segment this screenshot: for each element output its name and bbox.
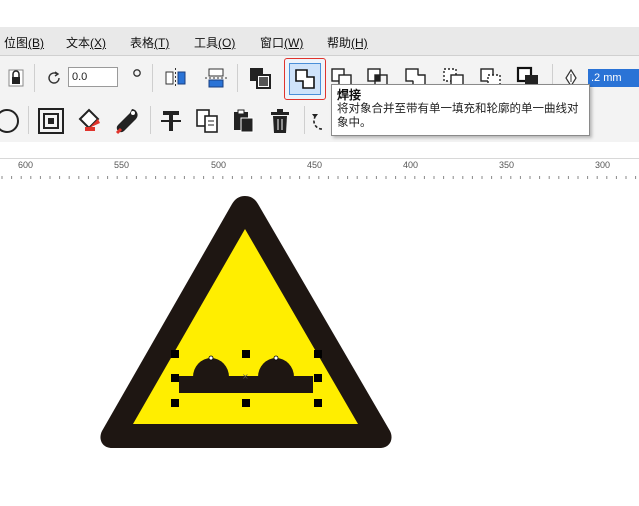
rotate-icon <box>44 68 64 88</box>
tooltip-description: 将对象合并至带有单一填充和轮廓的单一曲线对象中。 <box>337 103 579 129</box>
undo-icon[interactable] <box>311 108 333 132</box>
ruler-label: 350 <box>499 160 515 170</box>
selection-handle-bottom-right[interactable] <box>314 399 322 407</box>
menu-tools[interactable]: 工具(O) <box>194 34 235 51</box>
menu-window-key: (W) <box>284 36 304 50</box>
selection-handle-top-left[interactable] <box>171 350 179 358</box>
selection-handle-top-center[interactable] <box>242 350 250 358</box>
group-objects-icon[interactable] <box>246 65 274 91</box>
ruler-label: 450 <box>307 160 323 170</box>
copy-properties-icon[interactable] <box>193 107 221 135</box>
menu-table-label: 表格 <box>130 36 155 50</box>
drawing-canvas[interactable]: × <box>0 179 639 506</box>
separator <box>34 64 35 92</box>
menu-help-label: 帮助 <box>327 36 352 50</box>
paste-icon[interactable] <box>229 107 257 135</box>
separator <box>237 64 238 92</box>
weld-tooltip: 焊接 将对象合并至带有单一填充和轮廓的单一曲线对象中。 <box>331 84 590 136</box>
title-area <box>0 0 639 27</box>
menu-bitmap[interactable]: 位图(B) <box>4 34 44 51</box>
tooltip-title: 焊接 <box>337 88 362 102</box>
ruler-label: 600 <box>18 160 34 170</box>
menu-tools-label: 工具 <box>194 36 219 50</box>
weld-button[interactable] <box>284 58 326 100</box>
lock-icon[interactable] <box>6 68 26 88</box>
ruler-label: 300 <box>595 160 611 170</box>
selection-handle-middle-left[interactable] <box>171 374 179 382</box>
mirror-horizontal-icon[interactable] <box>163 66 189 90</box>
menu-text[interactable]: 文本(X) <box>66 34 106 51</box>
menu-bitmap-label: 位图 <box>4 36 29 50</box>
warning-sign[interactable]: × <box>0 179 639 506</box>
contour-icon[interactable] <box>37 107 65 135</box>
ruler-label: 500 <box>211 160 227 170</box>
menu-table-key: (T) <box>154 36 170 50</box>
selection-handle-top-right[interactable] <box>314 350 322 358</box>
color-eyedropper-icon[interactable] <box>113 106 141 136</box>
menu-help[interactable]: 帮助(H) <box>327 34 368 51</box>
rotation-input[interactable]: 0.0 <box>68 67 118 87</box>
selection-handle-bottom-left[interactable] <box>171 399 179 407</box>
menu-bar: 位图(B) 文本(X) 表格(T) 工具(O) 窗口(W) 帮助(H) <box>0 27 639 56</box>
delete-icon[interactable] <box>266 107 294 135</box>
menu-text-key: (X) <box>90 36 107 50</box>
menu-window[interactable]: 窗口(W) <box>260 34 303 51</box>
separator <box>304 106 305 134</box>
selection-handle-middle-right[interactable] <box>314 374 322 382</box>
outline-width-input[interactable]: .2 mm <box>588 69 639 87</box>
menu-tools-key: (O) <box>218 36 236 50</box>
separator <box>152 64 153 92</box>
menu-window-label: 窗口 <box>260 36 285 50</box>
menu-help-key: (H) <box>351 36 368 50</box>
horizontal-ruler[interactable]: 600 550 500 450 400 350 300 <box>0 158 639 180</box>
text-tool-icon[interactable] <box>157 107 185 135</box>
selection-handle-bottom-center[interactable] <box>242 399 250 407</box>
menu-bitmap-key: (B) <box>28 36 45 50</box>
degree-icon <box>130 66 144 80</box>
ruler-label: 550 <box>114 160 130 170</box>
fill-icon[interactable] <box>75 107 105 135</box>
ruler-label: 400 <box>403 160 419 170</box>
menu-text-label: 文本 <box>66 36 91 50</box>
menu-table[interactable]: 表格(T) <box>130 34 169 51</box>
mirror-vertical-icon[interactable] <box>203 66 229 90</box>
ellipse-icon[interactable] <box>0 108 22 134</box>
separator <box>28 106 29 134</box>
separator <box>150 106 151 134</box>
svg-text:×: × <box>242 372 249 381</box>
weld-icon <box>289 63 321 95</box>
